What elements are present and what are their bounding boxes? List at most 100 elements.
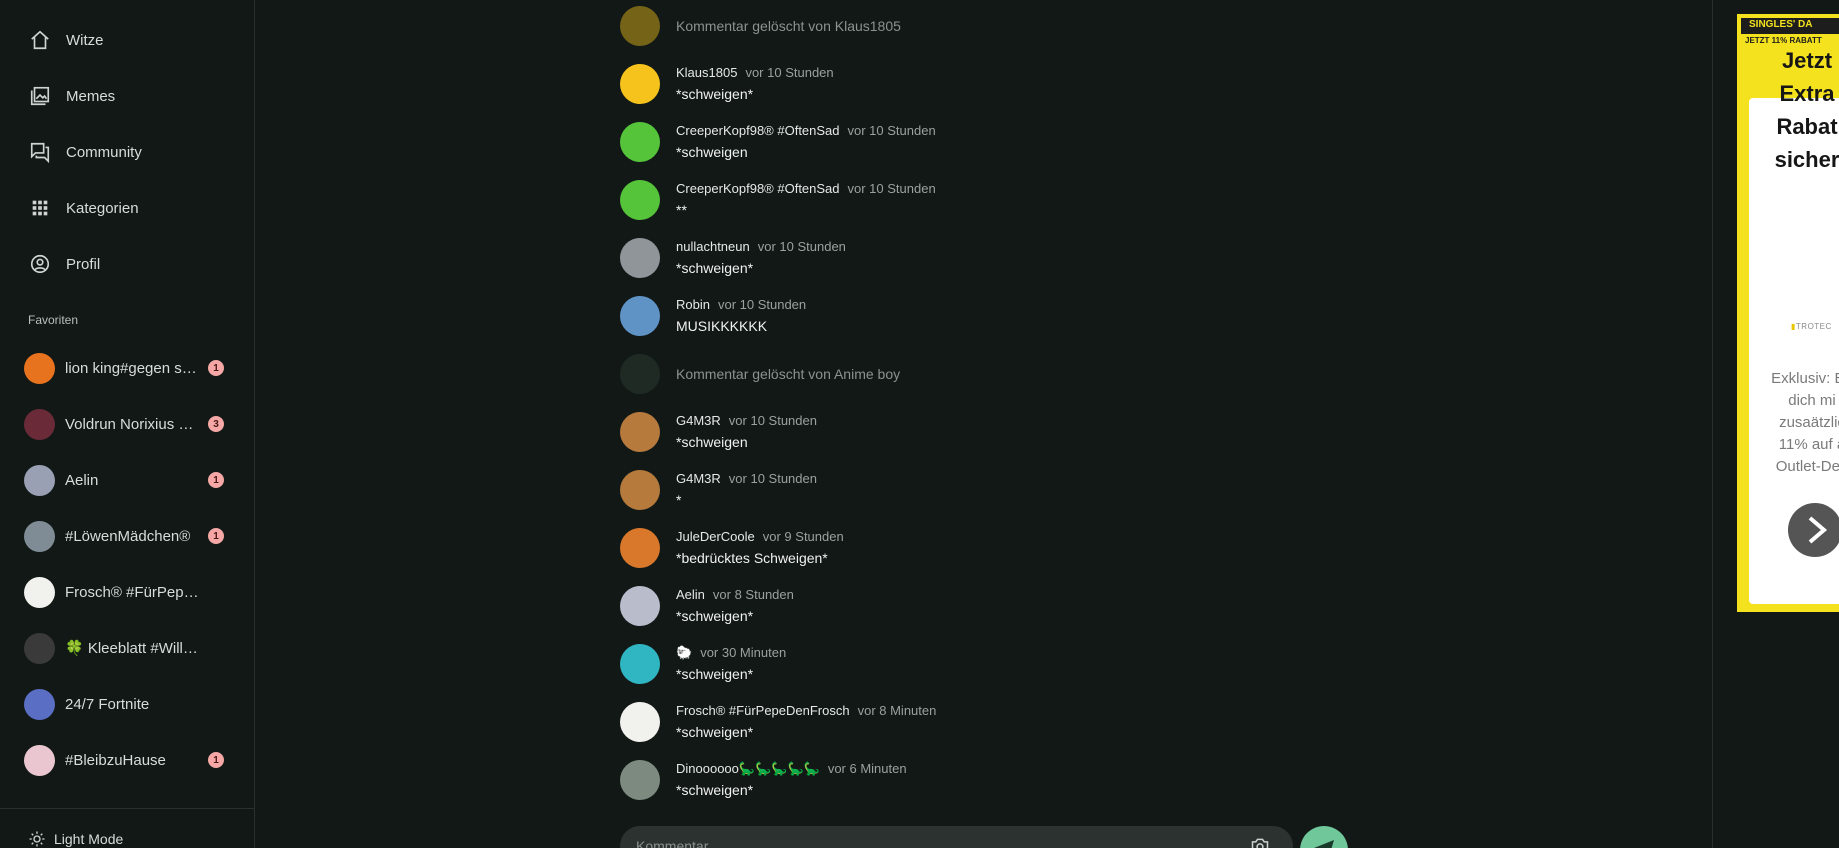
favorite-item[interactable]: lion king#gegen sp… 1 bbox=[24, 350, 224, 386]
avatar[interactable] bbox=[620, 6, 660, 46]
comment-text: *schweigen* bbox=[676, 260, 754, 276]
comment-timestamp: vor 10 Stunden bbox=[757, 239, 846, 254]
comment-username[interactable]: Dinoooooo🦕🦕🦕🦕🦕 bbox=[676, 761, 820, 776]
nav-item-label: Community bbox=[66, 143, 142, 161]
comment-meta: JuleDerCoole vor 9 Stunden bbox=[676, 529, 844, 544]
avatar[interactable] bbox=[620, 760, 660, 800]
nav-item-witze[interactable]: Witze bbox=[28, 25, 104, 55]
comment-username[interactable]: G4M3R bbox=[676, 413, 721, 428]
favorite-item[interactable]: 🍀 Kleeblatt #WillWied… bbox=[24, 630, 224, 666]
nav-item-label: Witze bbox=[66, 31, 104, 49]
comment-username[interactable]: 🐑 bbox=[676, 645, 692, 660]
light-mode-toggle[interactable]: Light Mode bbox=[28, 830, 123, 848]
comment-input[interactable] bbox=[636, 836, 1196, 848]
forum-icon bbox=[28, 140, 52, 164]
comment-username[interactable]: nullachtneun bbox=[676, 239, 750, 254]
comment: JuleDerCoole vor 9 Stunden *bedrücktes Sch… bbox=[620, 528, 1320, 578]
comment: G4M3R vor 10 Stunden *schweigen bbox=[620, 412, 1320, 462]
favorite-item[interactable]: #LöwenMädchen® 1 bbox=[24, 518, 224, 554]
avatar bbox=[24, 352, 55, 384]
comment-text: *schweigen bbox=[676, 144, 748, 160]
avatar[interactable] bbox=[620, 644, 660, 684]
comment-timestamp: vor 30 Minuten bbox=[700, 645, 787, 660]
comment-timestamp: vor 10 Stunden bbox=[717, 297, 807, 312]
avatar bbox=[24, 744, 55, 776]
camera-icon[interactable] bbox=[1250, 837, 1270, 848]
comment-username[interactable]: Frosch® #FürPepeDenFrosch bbox=[676, 703, 850, 718]
comment-timestamp: vor 8 Minuten bbox=[857, 703, 937, 718]
comment-username[interactable]: Aelin bbox=[676, 587, 705, 602]
avatar[interactable] bbox=[620, 412, 660, 452]
comment: Robin vor 10 Stunden MUSIKKKKKK bbox=[620, 296, 1320, 346]
nav-item-kategorien[interactable]: Kategorien bbox=[28, 193, 139, 223]
comment: CreeperKopf98® #OftenSad vor 10 Stunden ** bbox=[620, 180, 1320, 230]
comment-username[interactable]: G4M3R bbox=[676, 471, 721, 486]
unread-badge: 1 bbox=[208, 752, 224, 768]
comment-username[interactable]: CreeperKopf98® #OftenSad bbox=[676, 181, 840, 196]
comment-text: MUSIKKKKKK bbox=[676, 318, 768, 334]
avatar[interactable] bbox=[620, 470, 660, 510]
comment-meta: Aelin vor 8 Stunden bbox=[676, 587, 794, 602]
comment: nullachtneun vor 10 Stunden *schweigen* bbox=[620, 238, 1320, 288]
ad-body: Exklusiv: Be dich mi zusaätzlic 11% auf … bbox=[1771, 370, 1839, 475]
comment-meta: G4M3R vor 10 Stunden bbox=[676, 413, 817, 428]
comment-meta: Robin vor 10 Stunden bbox=[676, 297, 806, 312]
avatar[interactable] bbox=[620, 64, 660, 104]
grid-icon bbox=[28, 196, 52, 220]
comment-text: *schweigen bbox=[676, 434, 748, 450]
comment-text: *schweigen* bbox=[676, 666, 754, 682]
favorite-item[interactable]: #BleibzuHause 1 bbox=[24, 742, 224, 778]
comment-meta: 🐑 vor 30 Minuten bbox=[676, 645, 786, 661]
account-circle-icon bbox=[28, 252, 52, 276]
favorite-label: Frosch® #FürPepeDe… bbox=[65, 583, 200, 601]
favorite-label: #BleibzuHause bbox=[65, 751, 166, 769]
ad-banner-text: SINGLES' DA bbox=[1749, 19, 1813, 30]
comment-input-box[interactable] bbox=[620, 826, 1293, 848]
avatar[interactable] bbox=[620, 702, 660, 742]
comment: Dinoooooo🦕🦕🦕🦕🦕 vor 6 Minuten *schweigen* bbox=[620, 760, 1320, 810]
avatar[interactable] bbox=[620, 354, 660, 394]
send-icon bbox=[1314, 840, 1334, 848]
comment-meta: Dinoooooo🦕🦕🦕🦕🦕 vor 6 Minuten bbox=[676, 761, 907, 777]
comment-username[interactable]: JuleDerCoole bbox=[676, 529, 755, 544]
chevron-right-icon bbox=[1808, 516, 1828, 544]
nav-item-label: Memes bbox=[66, 87, 116, 105]
comment-username[interactable]: Robin bbox=[676, 297, 710, 312]
comment-username[interactable]: Klaus1805 bbox=[676, 65, 737, 80]
deleted-comment: Kommentar gelöscht von Klaus1805 bbox=[620, 6, 1320, 56]
ad-next-button[interactable] bbox=[1788, 503, 1839, 557]
avatar[interactable] bbox=[620, 180, 660, 220]
favorite-item[interactable]: 24/7 Fortnite bbox=[24, 686, 224, 722]
comment-username[interactable]: CreeperKopf98® #OftenSad bbox=[676, 123, 840, 138]
comment-meta: Frosch® #FürPepeDenFrosch vor 8 Minuten bbox=[676, 703, 936, 718]
comment-timestamp: vor 10 Stunden bbox=[847, 181, 936, 196]
avatar bbox=[24, 408, 55, 440]
avatar bbox=[24, 576, 55, 608]
favorite-item[interactable]: Frosch® #FürPepeDe… bbox=[24, 574, 224, 610]
favorite-item[interactable]: Aelin 1 bbox=[24, 462, 224, 498]
favorite-label: Aelin bbox=[65, 471, 99, 489]
comment-meta: CreeperKopf98® #OftenSad vor 10 Stunden bbox=[676, 123, 936, 138]
comment-text: *schweigen* bbox=[676, 782, 754, 798]
nav-item-label: Kategorien bbox=[66, 199, 139, 217]
favorite-label: #LöwenMädchen® bbox=[65, 527, 191, 545]
avatar[interactable] bbox=[620, 238, 660, 278]
deleted-comment-text: Kommentar gelöscht von Anime boy bbox=[676, 366, 901, 382]
comment-text: ** bbox=[676, 202, 687, 218]
nav-item-memes[interactable]: Memes bbox=[28, 81, 115, 111]
send-button[interactable] bbox=[1300, 826, 1348, 848]
light-mode-label: Light Mode bbox=[54, 831, 124, 847]
ad-headline: Jetzt Extra Rabat sicher bbox=[1774, 48, 1839, 172]
sidebar: Witze Memes Community Kategorien Profil … bbox=[0, 0, 255, 848]
avatar[interactable] bbox=[620, 122, 660, 162]
nav-item-community[interactable]: Community bbox=[28, 137, 142, 167]
avatar[interactable] bbox=[620, 586, 660, 626]
avatar[interactable] bbox=[620, 528, 660, 568]
comment-meta: nullachtneun vor 10 Stunden bbox=[676, 239, 846, 254]
comment-timestamp: vor 10 Stunden bbox=[745, 65, 834, 80]
avatar[interactable] bbox=[620, 296, 660, 336]
comment: CreeperKopf98® #OftenSad vor 10 Stunden *s… bbox=[620, 122, 1320, 172]
favorite-item[interactable]: Voldrun Norixius 🕷️🏹 3 bbox=[24, 406, 224, 442]
favorite-label: Voldrun Norixius 🕷️🏹 bbox=[65, 416, 200, 433]
nav-item-profil[interactable]: Profil bbox=[28, 249, 100, 279]
